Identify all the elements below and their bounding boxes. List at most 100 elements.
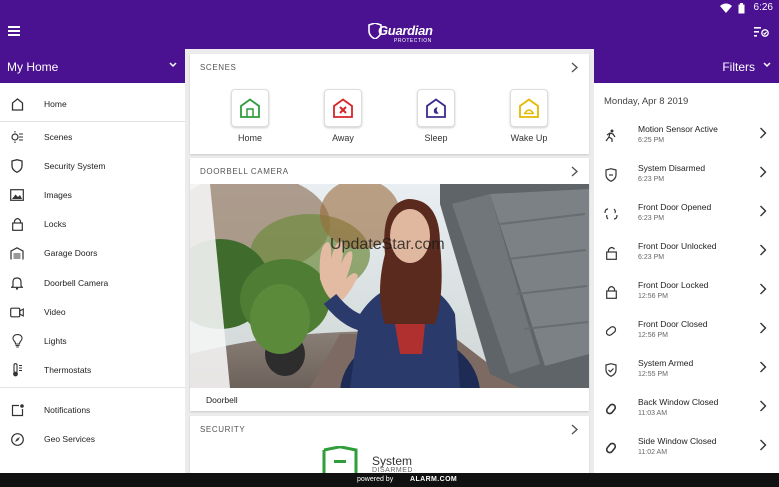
event-time: 6:23 PM xyxy=(638,176,665,183)
scene-away[interactable]: Away xyxy=(313,89,373,143)
alarm-com-logo: ALARM.COM xyxy=(410,476,458,483)
scenes-card: SCENES Home Away Sleep Wake Up xyxy=(190,54,589,154)
event-title: Front Door Unlocked xyxy=(638,241,717,251)
filter-list-icon[interactable] xyxy=(753,24,769,40)
sidebar-item-thermostats[interactable]: Thermostats xyxy=(0,357,185,383)
lock-icon xyxy=(604,285,618,299)
chevron-down-icon xyxy=(169,62,177,68)
thermometer-icon xyxy=(10,363,24,377)
sidebar-item-lights[interactable]: Lights xyxy=(0,328,185,354)
scene-home[interactable]: Home xyxy=(220,89,280,143)
sidebar-item-doorbell-camera[interactable]: Doorbell Camera xyxy=(0,270,185,296)
chevron-right-icon xyxy=(760,361,767,373)
sidebar-item-scenes[interactable]: Scenes xyxy=(0,124,185,150)
event-history-panel: Filters Monday, Apr 8 2019 Motion Sensor… xyxy=(594,49,779,473)
event-row[interactable]: Front Door Unlocked 6:23 PM xyxy=(594,238,779,277)
home-selector[interactable]: My Home xyxy=(0,49,185,83)
sidebar-item-label: Doorbell Camera xyxy=(44,278,109,288)
scene-label: Wake Up xyxy=(510,133,548,143)
scene-sleep-button[interactable] xyxy=(417,89,455,127)
sidebar-item-locks[interactable]: Locks xyxy=(0,211,185,237)
status-icons xyxy=(720,2,745,14)
shield-icon xyxy=(604,168,618,182)
watermark-text: UpdateStar.com xyxy=(330,236,445,253)
menu-button[interactable] xyxy=(8,24,26,40)
event-time: 6:23 PM xyxy=(638,215,665,222)
guardian-logo: Guardian PROTECTION xyxy=(368,21,433,47)
filters-button[interactable]: Filters xyxy=(594,49,779,83)
chevron-right-icon[interactable] xyxy=(570,166,579,177)
divider xyxy=(0,121,185,122)
event-time: 11:03 AM xyxy=(638,410,668,417)
sidebar-item-label: Home xyxy=(44,99,67,109)
menu-icon-bar xyxy=(8,30,20,32)
event-row[interactable]: Back Window Closed 11:03 AM xyxy=(594,394,779,433)
sidebar-item-video[interactable]: Video xyxy=(0,299,185,325)
event-time: 11:02 AM xyxy=(638,449,668,456)
bulb-icon xyxy=(10,334,24,348)
doorbell-snapshot-illustration xyxy=(190,184,589,388)
sidebar-item-label: Geo Services xyxy=(44,434,96,444)
scene-home-button[interactable] xyxy=(231,89,269,127)
garage-icon xyxy=(10,246,24,260)
sidebar-item-label: Scenes xyxy=(44,132,73,142)
door-closed-icon xyxy=(604,324,618,338)
status-bar: 6:26 xyxy=(0,0,779,16)
lock-icon xyxy=(10,217,24,231)
menu-icon xyxy=(8,26,20,28)
chevron-right-icon[interactable] xyxy=(570,424,579,435)
app-bar: Guardian PROTECTION xyxy=(0,16,779,49)
card-title: DOORBELL CAMERA xyxy=(200,167,289,176)
event-title: Front Door Locked xyxy=(638,280,709,290)
image-icon xyxy=(10,188,24,202)
home-icon xyxy=(10,97,24,111)
event-row[interactable]: System Disarmed 6:23 PM xyxy=(594,160,779,199)
event-row[interactable]: System Armed 12:55 PM xyxy=(594,355,779,394)
scene-label: Home xyxy=(237,133,262,143)
doorbell-camera-image[interactable]: UpdateStar.com xyxy=(190,184,589,388)
window-closed-icon xyxy=(604,441,618,455)
chevron-right-icon xyxy=(760,400,767,412)
shield-icon xyxy=(10,159,24,173)
bell-icon xyxy=(10,276,24,290)
event-row[interactable]: Front Door Locked 12:56 PM xyxy=(594,277,779,316)
menu-icon-bar xyxy=(8,34,20,36)
sidebar-item-notifications[interactable]: Notifications xyxy=(0,397,185,423)
chevron-right-icon[interactable] xyxy=(570,62,579,73)
security-card: SECURITY System DISARMED xyxy=(190,416,589,474)
sidebar-item-label: Notifications xyxy=(44,405,91,415)
scene-label: Sleep xyxy=(424,133,448,143)
sidebar-item-home[interactable]: Home xyxy=(0,91,185,117)
scene-wake-up-button[interactable] xyxy=(510,89,548,127)
battery-icon xyxy=(738,2,745,13)
event-row[interactable]: Side Window Closed 11:02 AM xyxy=(594,433,779,472)
scene-away-icon xyxy=(333,98,353,118)
door-open-icon xyxy=(604,207,618,221)
event-row[interactable]: Front Door Opened 6:23 PM xyxy=(594,199,779,238)
security-shield-icon[interactable] xyxy=(322,446,358,473)
date-header: Monday, Apr 8 2019 xyxy=(604,96,689,107)
event-row[interactable]: Motion Sensor Active 6:25 PM xyxy=(594,121,779,160)
event-time: 6:25 PM xyxy=(638,137,665,144)
scenes-icon xyxy=(10,130,24,144)
security-status-label: System xyxy=(372,454,413,468)
event-row[interactable]: Front Door Closed 12:56 PM xyxy=(594,316,779,355)
scene-away-button[interactable] xyxy=(324,89,362,127)
sidebar-item-label: Images xyxy=(44,190,72,200)
sidebar: My Home Home Scenes Security System Imag… xyxy=(0,49,185,473)
sidebar-item-garage-doors[interactable]: Garage Doors xyxy=(0,240,185,266)
scene-wake-up[interactable]: Wake Up xyxy=(499,89,559,143)
scene-sleep[interactable]: Sleep xyxy=(406,89,466,143)
event-title: System Armed xyxy=(638,358,694,368)
chevron-right-icon xyxy=(760,244,767,256)
sidebar-item-images[interactable]: Images xyxy=(0,182,185,208)
card-title: SECURITY xyxy=(200,425,246,434)
sidebar-item-geo-services[interactable]: Geo Services xyxy=(0,426,185,452)
logo-subtext: PROTECTION xyxy=(394,38,432,44)
sidebar-item-label: Security System xyxy=(44,161,106,171)
status-time: 6:26 xyxy=(753,2,773,13)
chevron-right-icon xyxy=(760,439,767,451)
event-title: Front Door Closed xyxy=(638,319,708,329)
sidebar-item-security-system[interactable]: Security System xyxy=(0,153,185,179)
motion-icon xyxy=(604,129,618,143)
